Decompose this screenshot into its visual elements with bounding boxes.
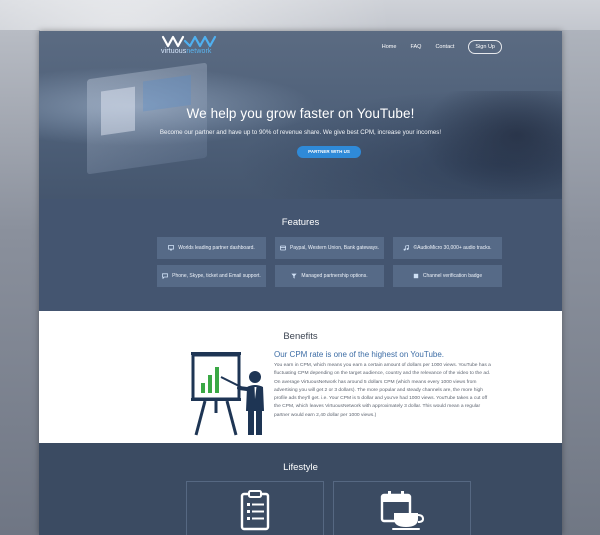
calendar-coffee-icon <box>380 491 424 530</box>
partner-with-us-button[interactable]: PARTNER WITH US <box>297 146 361 158</box>
logo-wave-icon <box>161 35 217 48</box>
feature-tile: Channel verification badge <box>393 265 502 287</box>
feature-tile: Worlds leading partner dashboard. <box>157 237 266 259</box>
clipboard-icon <box>240 490 270 531</box>
website-page: virtuousnetwork Home FAQ Contact Sign Up… <box>39 31 562 535</box>
brand-name-part1: virtuous <box>161 48 187 55</box>
lifestyle-card <box>333 481 471 535</box>
badge-icon <box>413 273 419 279</box>
signup-button[interactable]: Sign Up <box>468 40 502 54</box>
features-grid: Worlds leading partner dashboard. Paypal… <box>157 237 502 287</box>
benefits-section: Benefits Our CPM rate is one of the high… <box>39 311 562 443</box>
feature-label: Worlds leading partner dashboard. <box>178 245 255 251</box>
brand-logo[interactable]: virtuousnetwork <box>161 35 221 57</box>
feature-tile: Phone, Skype, ticket and Email support. <box>157 265 266 287</box>
music-icon <box>404 245 410 251</box>
benefits-heading: Our CPM rate is one of the highest on Yo… <box>274 350 445 359</box>
benefits-body-text: You earn in CPM, which means you earn a … <box>274 363 491 418</box>
hero-section: virtuousnetwork Home FAQ Contact Sign Up… <box>39 31 562 201</box>
chat-icon <box>162 273 169 279</box>
monitor-icon <box>168 245 175 251</box>
feature-label: Phone, Skype, ticket and Email support. <box>172 273 261 279</box>
filter-icon <box>291 273 298 279</box>
brand-name-part2: network <box>186 48 212 55</box>
card-icon <box>279 245 286 251</box>
feature-tile: ©AudioMicro 30,000+ audio tracks. <box>393 237 502 259</box>
nav-links: Home FAQ Contact Sign Up <box>382 40 502 54</box>
feature-label: Channel verification badge <box>422 273 483 279</box>
benefits-title: Benefits <box>283 331 318 342</box>
hero-subtitle: Become our partner and have up to 90% of… <box>159 129 442 136</box>
hero-title: We help you grow faster on YouTube! <box>186 106 415 121</box>
lifestyle-section: Lifestyle <box>39 443 562 535</box>
feature-label: Managed partnership options. <box>301 273 368 279</box>
features-title: Features <box>281 217 320 228</box>
feature-tile: Paypal, Western Union, Bank gateways. <box>275 237 384 259</box>
nav-faq-link[interactable]: FAQ <box>410 44 421 50</box>
feature-label: ©AudioMicro 30,000+ audio tracks. <box>413 245 492 251</box>
lifestyle-title: Lifestyle <box>283 462 318 473</box>
nav-contact-link[interactable]: Contact <box>435 44 454 50</box>
brand-name: virtuousnetwork <box>161 48 212 55</box>
navbar: virtuousnetwork Home FAQ Contact Sign Up <box>39 31 562 61</box>
background-blur-left <box>0 30 40 535</box>
presentation-board-icon <box>191 352 264 436</box>
feature-tile: Managed partnership options. <box>275 265 384 287</box>
feature-label: Paypal, Western Union, Bank gateways. <box>289 245 380 251</box>
features-section: Features Worlds leading partner dashboar… <box>39 199 562 311</box>
nav-home-link[interactable]: Home <box>382 44 397 50</box>
lifestyle-card <box>186 481 324 535</box>
